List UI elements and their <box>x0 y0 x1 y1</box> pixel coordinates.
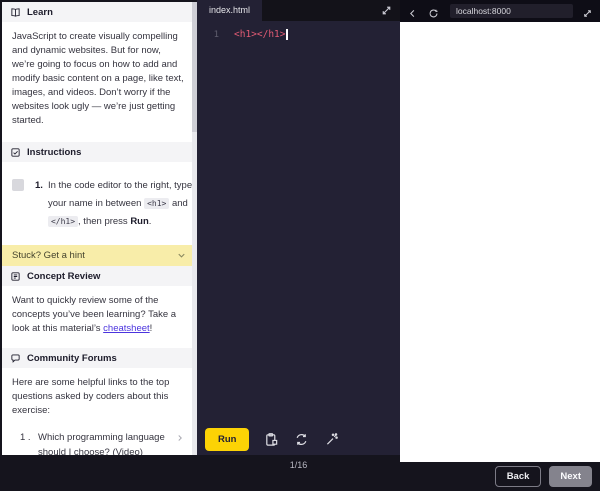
run-word-bold: Run <box>130 216 148 227</box>
learning-panel: Learn JavaScript to create visually comp… <box>0 0 197 455</box>
address-text: localhost:8000 <box>456 6 511 16</box>
footer-nav-buttons: Back Next <box>495 466 592 487</box>
preview-body <box>400 22 600 462</box>
question-text: Which programming language should I choo… <box>38 430 175 455</box>
document-icon <box>10 271 21 282</box>
chevron-down-icon <box>176 250 187 261</box>
code-area[interactable]: 1 <h1></h1> <box>197 21 400 370</box>
tab-label: index.html <box>209 5 250 15</box>
learn-header[interactable]: Learn <box>2 2 197 22</box>
instructions-header-label: Instructions <box>27 147 81 158</box>
forum-question-row[interactable]: 1 . Which programming language should I … <box>20 430 185 455</box>
code-line: 1 <h1></h1> <box>197 29 400 40</box>
editor-tab-bar: index.html <box>197 0 400 21</box>
step-text: In the code editor to the right, type yo… <box>48 177 197 231</box>
speech-bubble-icon <box>10 353 21 364</box>
hint-toggle[interactable]: Stuck? Get a hint <box>2 245 197 266</box>
line-number: 1 <box>197 30 219 40</box>
exercise-pagination: 1/16 <box>197 460 400 470</box>
back-icon[interactable] <box>407 6 418 17</box>
step-text-part: In the code editor to the right, type yo… <box>48 180 192 209</box>
editor-toolbar: Run <box>197 423 400 455</box>
step-number: 1. <box>35 177 43 231</box>
reset-icon[interactable] <box>294 432 309 447</box>
community-forums-header-label: Community Forums <box>27 353 117 364</box>
forums-intro: Here are some helpful links to the top q… <box>12 376 185 418</box>
concept-review-header-label: Concept Review <box>27 271 100 282</box>
chevron-right-icon <box>175 433 185 443</box>
code-text: <h1></h1> <box>234 29 285 40</box>
step-checkbox[interactable] <box>12 179 24 191</box>
instruction-step: 1. In the code editor to the right, type… <box>12 177 185 231</box>
step-text-part: . <box>149 216 152 227</box>
learn-paragraph: JavaScript to create visually compelling… <box>12 30 185 128</box>
step-body: 1. In the code editor to the right, type… <box>35 177 197 231</box>
concept-review-text-end: ! <box>150 323 153 334</box>
inline-code-h1-close: </h1> <box>48 216 78 227</box>
hint-label: Stuck? Get a hint <box>12 250 85 261</box>
concept-review-header[interactable]: Concept Review <box>2 266 197 286</box>
community-forums-header[interactable]: Community Forums <box>2 348 197 368</box>
next-button[interactable]: Next <box>549 466 592 487</box>
browser-preview-panel: localhost:8000 <box>400 0 600 462</box>
exercise-workspace: Learn JavaScript to create visually comp… <box>0 0 600 491</box>
inline-code-h1-open: <h1> <box>144 198 169 209</box>
instructions-header[interactable]: Instructions <box>2 142 197 162</box>
editor-expand-icon[interactable] <box>380 4 393 17</box>
book-icon <box>10 7 21 18</box>
learn-header-label: Learn <box>27 7 53 18</box>
back-button[interactable]: Back <box>495 466 542 487</box>
tools-icon[interactable] <box>324 432 339 447</box>
step-text-part: , then press <box>78 216 128 227</box>
refresh-icon[interactable] <box>428 6 439 17</box>
browser-chrome: localhost:8000 <box>400 0 600 22</box>
address-bar[interactable]: localhost:8000 <box>450 4 573 18</box>
code-editor-panel: index.html 1 <h1></h1> Run <box>197 0 400 455</box>
concept-review-paragraph: Want to quickly review some of the conce… <box>12 294 185 336</box>
question-number: 1 . <box>20 430 38 445</box>
text-cursor <box>286 29 288 40</box>
clipboard-icon[interactable] <box>264 432 279 447</box>
run-button[interactable]: Run <box>205 428 249 451</box>
checkbox-check-icon <box>10 147 21 158</box>
tab-index-html[interactable]: index.html <box>197 0 262 21</box>
cheatsheet-link[interactable]: cheatsheet <box>103 323 149 334</box>
step-text-part: and <box>172 198 188 209</box>
preview-expand-icon[interactable] <box>582 6 593 17</box>
